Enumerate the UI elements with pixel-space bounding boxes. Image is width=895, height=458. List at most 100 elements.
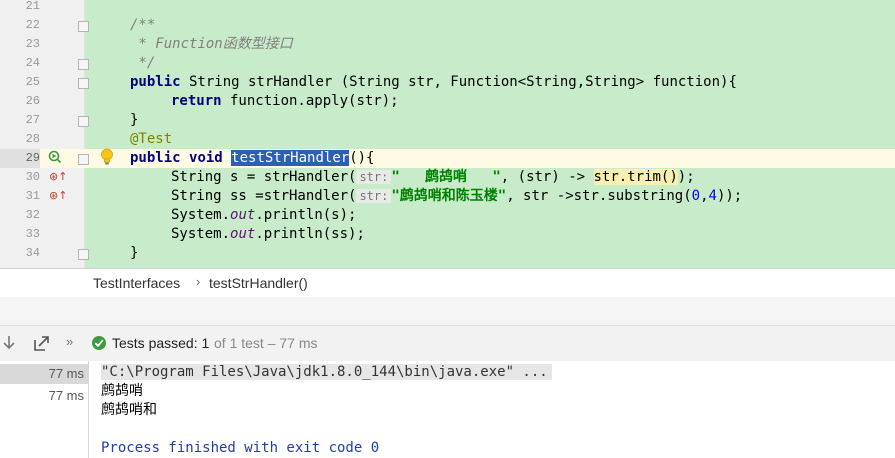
code-line-31: 31 ⊛↑ String ss =strHandler(str: "鹧鸪哨和陈玉楼… [0,187,895,206]
code-line-28: 28 @Test [0,130,895,149]
console-output-line: 鹧鸪哨 [101,383,143,399]
code-line-22: 22 /** [0,16,895,35]
code-text: , [700,188,709,204]
code-text: ); [677,169,695,185]
method-declaration: public String strHandler (String str, Fu… [130,73,737,92]
code-text: String ss =strHandler( [171,188,357,204]
check-circle-icon [92,336,106,350]
code-line-34: 34 } [0,244,895,263]
line-number: 27 [25,113,40,127]
console-output[interactable]: "C:\Program Files\Java\jdk1.8.0_144\bin\… [89,361,895,458]
console-exit-line: Process finished with exit code 0 [101,440,380,456]
breadcrumb-method[interactable]: testStrHandler() [209,275,308,291]
string-literal: "鹧鸪哨和陈玉楼" [391,188,507,204]
line-number: 33 [25,227,40,241]
annotation: @Test [130,131,173,147]
closing-brace: } [130,245,139,261]
code-line-25: 25 public String strHandler (String str,… [0,73,895,92]
code-text: .println(s); [255,207,357,223]
scroll-down-icon[interactable] [2,335,16,351]
code-text: , (str) -> [500,169,594,185]
fold-icon[interactable] [78,154,89,165]
tests-passed-label: Tests passed: 1 [112,335,209,351]
test-duration: 77 ms [48,388,84,403]
code-line-26: 26 return function.apply(str); [0,92,895,111]
code-line-33: 33 System.out.println(ss); [0,225,895,244]
selected-method-name[interactable]: testStrHandler [231,150,350,166]
statement: String s = strHandler(str: " 鹧鸪哨 ", (str)… [171,168,695,187]
code-text: String s = strHandler( [171,169,357,185]
code-line-32: 32 System.out.println(s); [0,206,895,225]
passed-count: 1 [201,335,210,351]
fold-icon[interactable] [78,78,89,89]
comment: /** [130,17,156,33]
code-line-24: 24 */ [0,54,895,73]
fold-icon[interactable] [78,59,89,70]
comment: * Function函数型接口 [130,35,293,54]
breadcrumb-class[interactable]: TestInterfaces [93,275,180,291]
number-literal: 0 [691,188,701,204]
keyword: public [130,150,181,166]
console-output-line: 鹧鸪哨和 [101,402,157,418]
comment-star: * [130,36,156,52]
panel-divider [0,297,895,325]
breadcrumb: TestInterfaces › testStrHandler() [0,268,895,298]
fold-icon[interactable] [78,21,89,32]
statement: System.out.println(s); [171,206,356,225]
code-line-27: 27 } [0,111,895,130]
code-text: function.apply(str); [221,93,399,109]
line-number: 21 [25,0,40,13]
line-number: 24 [25,56,40,70]
fold-icon[interactable] [78,249,89,260]
parameter-hint: str: [356,189,392,203]
chevron-right-icon: › [196,274,201,289]
line-number: 29 [0,149,40,168]
line-number: 31 [25,189,40,203]
test-tree-row[interactable]: 77 ms [0,364,88,384]
test-duration: 77 ms [48,366,84,381]
code-line-29: 29 public void testStrHandler(){ [0,149,895,168]
test-summary: of 1 test – 77 ms [214,335,318,351]
code-text: String strHandler (String str, Function<… [180,74,737,90]
static-field: out [230,207,256,223]
highlighted-expression[interactable]: str.trim() [593,169,678,185]
test-tree-panel: 77 ms 77 ms [0,361,89,458]
line-number: 23 [25,37,40,51]
more-icon[interactable]: » [66,334,73,349]
code-line-30: 30 ⊛↑ String s = strHandler(str: " 鹧鸪哨 ",… [0,168,895,187]
test-method-declaration: public void testStrHandler(){ [130,149,374,168]
comment-text: Function函数型接口 [155,36,293,52]
fold-icon[interactable] [78,116,89,127]
keyword: public [130,74,181,90]
code-text: System. [171,226,231,242]
string-literal: " 鹧鸪哨 " [391,169,501,185]
line-number: 28 [25,132,40,146]
parameter-hint: str: [356,170,392,184]
code-text: , str ->str.substring( [506,188,692,204]
comment: */ [130,55,156,71]
line-number: 32 [25,208,40,222]
code-editor[interactable]: 21 22 /** 23 * Function函数型接口 24 */ 25 pu… [0,0,895,268]
console-command-line: "C:\Program Files\Java\jdk1.8.0_144\bin\… [101,363,552,382]
test-tree-row[interactable]: 77 ms [0,386,88,406]
line-number: 22 [25,18,40,32]
lightbulb-icon[interactable] [100,148,114,166]
statement: System.out.println(ss); [171,225,365,244]
test-results-toolbar: » Tests passed: 1 of 1 test – 77 ms [0,325,895,362]
implements-icon[interactable]: ⊛↑ [49,189,67,202]
return-statement: return function.apply(str); [171,92,399,111]
statement: String ss =strHandler(str: "鹧鸪哨和陈玉楼", str… [171,187,742,206]
static-field: out [230,226,256,242]
implements-icon[interactable]: ⊛↑ [49,170,67,183]
code-text: .println(ss); [255,226,365,242]
line-number: 34 [25,246,40,260]
code-text: (){ [349,150,375,166]
keyword: void [189,150,223,166]
status-label: Tests passed: [112,335,198,351]
export-icon[interactable] [34,335,50,351]
code-line-23: 23 * Function函数型接口 [0,35,895,54]
code-text: System. [171,207,231,223]
run-test-icon[interactable] [48,150,62,164]
code-text: )); [716,188,743,204]
java-command: "C:\Program Files\Java\jdk1.8.0_144\bin\… [101,364,552,380]
